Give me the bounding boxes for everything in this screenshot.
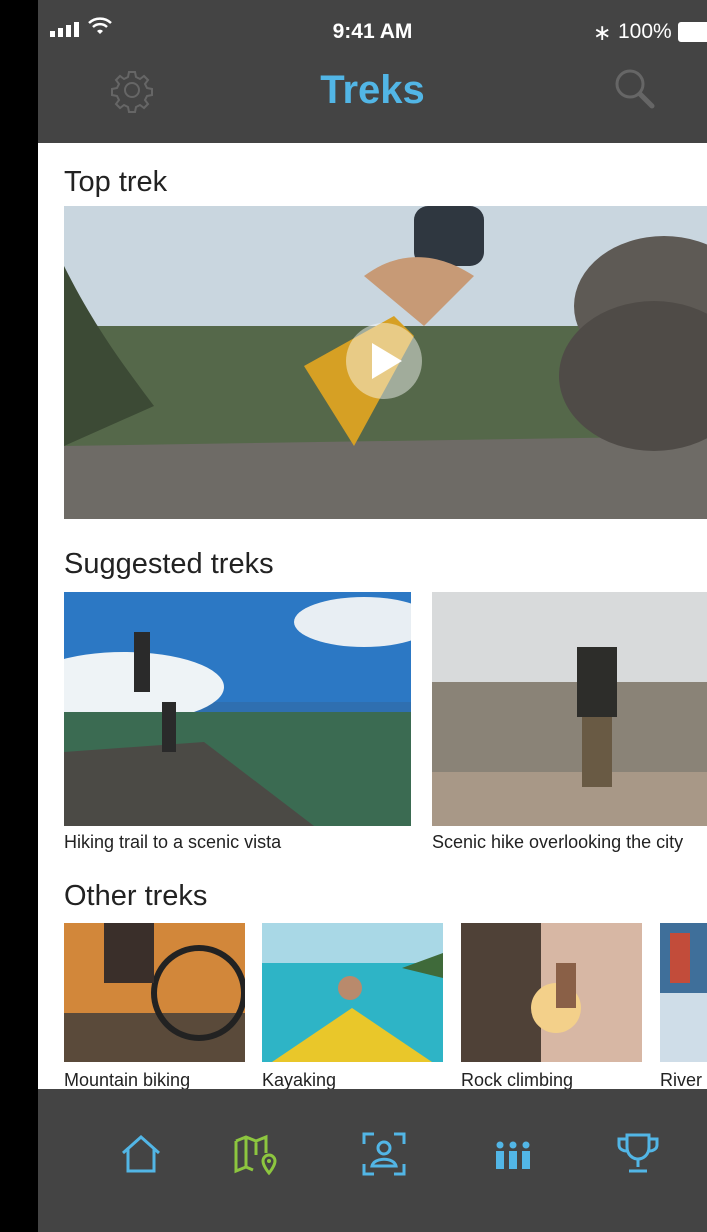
suggested-caption-2: Scenic hike overlooking the city [432, 832, 684, 852]
other-caption-4: River [660, 1070, 703, 1090]
treks-screen: 9:41 AM ∗ 100% Treks Top trek Suggested … [38, 0, 707, 1232]
other-caption-1: Mountain biking [64, 1070, 191, 1090]
bluetooth-icon: ∗ [593, 20, 612, 45]
section-title-suggested: Suggested treks [64, 548, 274, 580]
section-title-other: Other treks [64, 880, 208, 912]
tab-bar [38, 1089, 707, 1232]
trophy-icon[interactable] [613, 1129, 663, 1179]
other-card-3[interactable] [461, 923, 642, 1062]
battery-percent: 100% [618, 20, 672, 43]
suggested-caption-1: Hiking trail to a scenic vista [64, 832, 282, 852]
other-card-1[interactable] [64, 923, 245, 1062]
map-icon[interactable] [231, 1129, 281, 1179]
page-title: Treks [320, 68, 425, 112]
suggested-card-2[interactable] [432, 592, 707, 826]
search-icon[interactable] [610, 64, 660, 114]
profile-scan-icon[interactable] [359, 1129, 409, 1179]
other-caption-2: Kayaking [262, 1070, 337, 1090]
top-bar: 9:41 AM ∗ 100% Treks [38, 0, 707, 143]
other-card-4[interactable] [660, 923, 707, 1062]
other-card-2[interactable] [262, 923, 443, 1062]
section-title-top: Top trek [64, 166, 168, 198]
group-icon[interactable] [488, 1129, 538, 1179]
battery-icon [678, 22, 707, 42]
other-caption-3: Rock climbing [461, 1070, 574, 1090]
home-icon[interactable] [116, 1129, 166, 1179]
suggested-card-1[interactable] [64, 592, 411, 826]
play-button[interactable] [346, 323, 422, 399]
status-bar: 9:41 AM ∗ 100% [38, 0, 707, 58]
